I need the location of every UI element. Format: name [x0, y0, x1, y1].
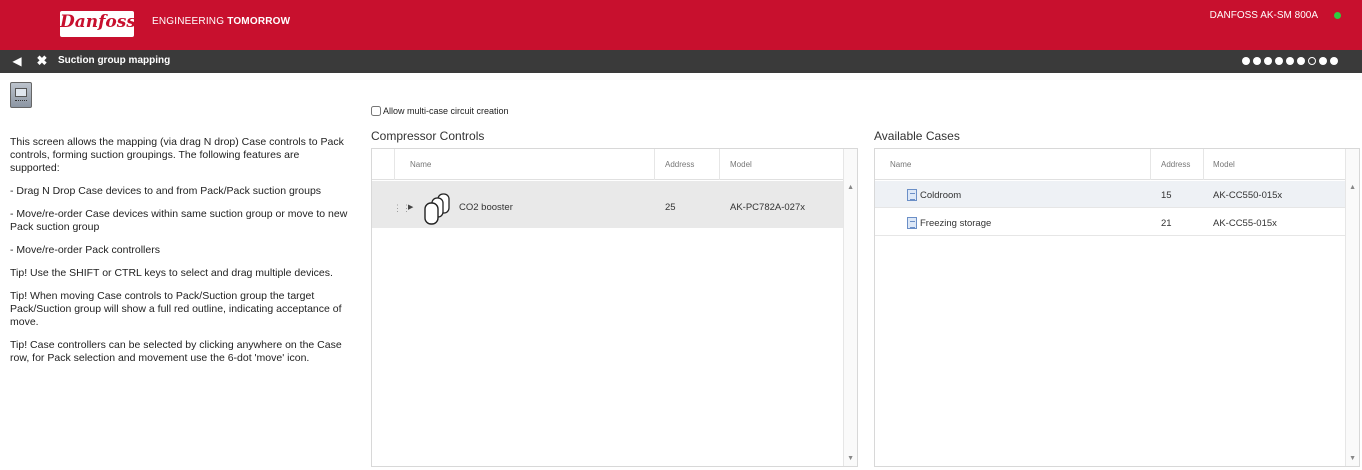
pack-model: AK-PC782A-027x — [730, 202, 805, 213]
case-address: 15 — [1161, 190, 1172, 201]
expand-arrow-icon[interactable]: ▶ — [408, 203, 413, 211]
case-name: Coldroom — [920, 190, 962, 201]
available-cases-title: Available Cases — [874, 129, 960, 143]
help-feature: - Move/re-order Pack controllers — [10, 244, 160, 256]
pack-address: 25 — [665, 202, 676, 213]
page-title: Suction group mapping — [58, 55, 171, 66]
case-row[interactable]: Coldroom 15 AK-CC550-015x — [875, 181, 1346, 208]
drag-handle-icon[interactable]: ⋮⋮ — [393, 203, 411, 213]
help-feature: - Move/re-order Case devices within same… — [10, 208, 348, 233]
case-document-icon — [907, 217, 917, 229]
pager-dot[interactable] — [1275, 57, 1283, 65]
pager-dot[interactable] — [1253, 57, 1261, 65]
case-row[interactable]: Freezing storage 21 AK-CC55-015x — [875, 209, 1346, 236]
pack-name: CO2 booster — [459, 202, 513, 213]
case-model: AK-CC550-015x — [1213, 190, 1283, 201]
pager-dot[interactable] — [1330, 57, 1338, 65]
device-name: DANFOSS AK-SM 800A — [1209, 10, 1318, 21]
danfoss-logo: Danfoss — [60, 11, 136, 37]
connection-status-icon — [1334, 12, 1341, 19]
pager-dot[interactable] — [1286, 57, 1294, 65]
multi-case-label: Allow multi-case circuit creation — [383, 106, 509, 116]
column-header-address[interactable]: Address — [1161, 160, 1190, 169]
scroll-down-icon[interactable]: ▼ — [847, 455, 854, 462]
case-name: Freezing storage — [920, 218, 992, 229]
brand-bar: Danfoss ENGINEERING TOMORROW DANFOSS AK-… — [0, 0, 1362, 50]
table-header: Name Address Model — [372, 149, 857, 180]
scrollbar[interactable]: ▲ ▼ — [843, 149, 857, 466]
help-description: This screen allows the mapping (via drag… — [10, 136, 350, 375]
column-header-address[interactable]: Address — [665, 160, 694, 169]
column-header-name[interactable]: Name — [410, 160, 431, 169]
multi-case-option[interactable]: Allow multi-case circuit creation — [371, 106, 509, 116]
back-arrow-icon[interactable]: ◀ — [9, 53, 25, 69]
help-feature: - Drag N Drop Case devices to and from P… — [10, 185, 322, 197]
pager-dot-current[interactable] — [1308, 57, 1316, 65]
pager-dot[interactable] — [1242, 57, 1250, 65]
scroll-up-icon[interactable]: ▲ — [847, 184, 854, 191]
compressor-controls-title: Compressor Controls — [371, 129, 485, 143]
available-cases-table: Name Address Model Coldroom 15 AK-CC550-… — [874, 148, 1360, 467]
help-tip: Tip! Case controllers can be selected by… — [10, 339, 342, 364]
case-model: AK-CC55-015x — [1213, 218, 1277, 229]
case-address: 21 — [1161, 218, 1172, 229]
help-tip: Tip! When moving Case controls to Pack/S… — [10, 290, 342, 328]
controller-device-icon — [10, 82, 32, 108]
scroll-up-icon[interactable]: ▲ — [1349, 184, 1356, 191]
help-tip: Tip! Use the SHIFT or CTRL keys to selec… — [10, 267, 333, 279]
pack-row[interactable]: ⋮⋮ ▶ CO2 booster 25 AK-PC782A-027x — [372, 181, 844, 228]
page-indicator — [1242, 57, 1338, 66]
close-icon[interactable]: ✖ — [34, 53, 50, 69]
compressor-pack-icon — [424, 193, 450, 225]
pager-dot[interactable] — [1319, 57, 1327, 65]
scrollbar[interactable]: ▲ ▼ — [1345, 149, 1359, 466]
column-header-name[interactable]: Name — [890, 160, 911, 169]
pager-dot[interactable] — [1264, 57, 1272, 65]
tagline: ENGINEERING TOMORROW — [152, 16, 291, 27]
nav-bar: ◀ ✖ Suction group mapping — [0, 50, 1362, 73]
compressor-controls-table: Name Address Model ⋮⋮ ▶ CO2 booster 25 A… — [371, 148, 858, 467]
pager-dot[interactable] — [1297, 57, 1305, 65]
help-intro: This screen allows the mapping (via drag… — [10, 136, 344, 174]
multi-case-checkbox[interactable] — [371, 106, 381, 116]
scroll-down-icon[interactable]: ▼ — [1349, 455, 1356, 462]
table-header: Name Address Model — [875, 149, 1359, 180]
case-document-icon — [907, 189, 917, 201]
column-header-model[interactable]: Model — [730, 160, 752, 169]
column-header-model[interactable]: Model — [1213, 160, 1235, 169]
